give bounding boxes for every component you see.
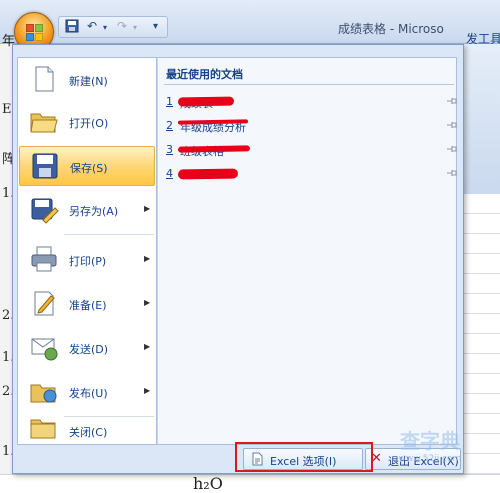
save-icon[interactable] bbox=[65, 19, 79, 36]
menu-item-label: 关闭(C) bbox=[69, 426, 108, 439]
menu-item-label: 打开(O) bbox=[69, 117, 109, 130]
pin-icon[interactable] bbox=[446, 95, 458, 107]
save-disk-icon bbox=[32, 153, 58, 179]
save-as-icon bbox=[31, 198, 59, 224]
menu-item-save-as[interactable]: 另存为(A) ▶ bbox=[19, 190, 155, 230]
recent-document-number: 3 bbox=[166, 143, 173, 156]
redo-dropdown-icon[interactable]: ▾ bbox=[133, 23, 137, 32]
menu-item-label: 发送(D) bbox=[69, 343, 109, 356]
menu-item-label: 打印(P) bbox=[69, 255, 107, 268]
menu-item-prepare[interactable]: 准备(E) ▶ bbox=[19, 284, 155, 324]
recent-documents-title: 最近使用的文档 bbox=[166, 68, 243, 81]
watermark-subtext: www.52ij.com bbox=[398, 454, 462, 464]
menu-item-close[interactable]: 关闭(C) bbox=[19, 404, 155, 446]
watermark: 查字典 www.52ij.com bbox=[370, 425, 490, 480]
pin-icon[interactable] bbox=[446, 119, 458, 131]
submenu-arrow-icon: ▶ bbox=[144, 204, 151, 213]
menu-commands: 新建(N) 打开(O) 保存(S) 另存为(A) ▶ 打印(P) ▶ 准备(E)… bbox=[17, 57, 157, 445]
recent-document-item[interactable]: 1 成绩表 bbox=[164, 94, 457, 112]
recent-document-item[interactable]: 3 班级表格 bbox=[164, 142, 457, 160]
menu-item-label: 准备(E) bbox=[69, 299, 107, 312]
menu-item-save[interactable]: 保存(S) bbox=[19, 146, 155, 186]
redo-icon[interactable]: ↷ bbox=[117, 19, 127, 33]
undo-dropdown-icon[interactable]: ▾ bbox=[103, 23, 107, 32]
menu-item-label: 新建(N) bbox=[69, 75, 108, 88]
recent-document-number: 4 bbox=[166, 167, 173, 180]
excel-options-button[interactable]: Excel 选项(I) bbox=[243, 448, 363, 470]
watermark-text: 查字典 bbox=[400, 429, 460, 453]
redaction-mark bbox=[177, 168, 239, 180]
recent-document-item[interactable]: 2 年级成绩分析 bbox=[164, 118, 457, 136]
recent-document-number: 1 bbox=[166, 95, 173, 108]
partial-text: E bbox=[2, 102, 12, 117]
pin-icon[interactable] bbox=[446, 167, 458, 179]
publish-icon bbox=[30, 384, 57, 403]
undo-icon[interactable]: ↶ bbox=[87, 19, 97, 33]
recent-divider bbox=[164, 84, 454, 85]
submenu-arrow-icon: ▶ bbox=[144, 386, 151, 395]
window-title: 成绩表格 - Microso bbox=[338, 22, 444, 36]
menu-item-new[interactable]: 新建(N) bbox=[19, 60, 155, 100]
menu-item-open[interactable]: 打开(O) bbox=[19, 102, 155, 142]
recent-document-number: 2 bbox=[166, 119, 173, 132]
menu-separator bbox=[64, 234, 154, 235]
prepare-icon bbox=[34, 291, 55, 316]
excel-options-label: Excel 选项(I) bbox=[270, 455, 337, 468]
menu-item-label: 发布(U) bbox=[69, 387, 108, 400]
redaction-mark bbox=[177, 145, 251, 153]
open-folder-icon bbox=[30, 113, 58, 133]
menu-item-send[interactable]: 发送(D) ▶ bbox=[19, 328, 155, 368]
send-icon bbox=[31, 338, 58, 361]
options-document-icon bbox=[252, 452, 263, 466]
pin-icon[interactable] bbox=[446, 143, 458, 155]
submenu-arrow-icon: ▶ bbox=[144, 298, 151, 307]
submenu-arrow-icon: ▶ bbox=[144, 254, 151, 263]
redaction-mark bbox=[177, 96, 235, 107]
formula-text: h₂O bbox=[193, 474, 223, 493]
office-logo-icon bbox=[26, 24, 44, 42]
recent-documents-panel: 最近使用的文档 1 成绩表 2 年级成绩分析 3 班级表格 4 bbox=[157, 57, 457, 445]
close-folder-icon bbox=[30, 419, 56, 439]
menu-item-print[interactable]: 打印(P) ▶ bbox=[19, 240, 155, 280]
office-menu: 新建(N) 打开(O) 保存(S) 另存为(A) ▶ 打印(P) ▶ 准备(E)… bbox=[12, 44, 464, 474]
ribbon-edge bbox=[463, 44, 500, 194]
customize-icon[interactable]: ▾ bbox=[153, 21, 158, 32]
printer-icon bbox=[31, 246, 57, 272]
submenu-arrow-icon: ▶ bbox=[144, 342, 151, 351]
menu-item-label: 保存(S) bbox=[70, 162, 108, 175]
recent-document-item[interactable]: 4 bbox=[164, 166, 457, 184]
new-document-icon bbox=[35, 66, 54, 92]
quick-access-toolbar: ↶ ▾ ↷ ▾ ▾ bbox=[58, 16, 168, 38]
menu-item-label: 另存为(A) bbox=[69, 205, 119, 218]
